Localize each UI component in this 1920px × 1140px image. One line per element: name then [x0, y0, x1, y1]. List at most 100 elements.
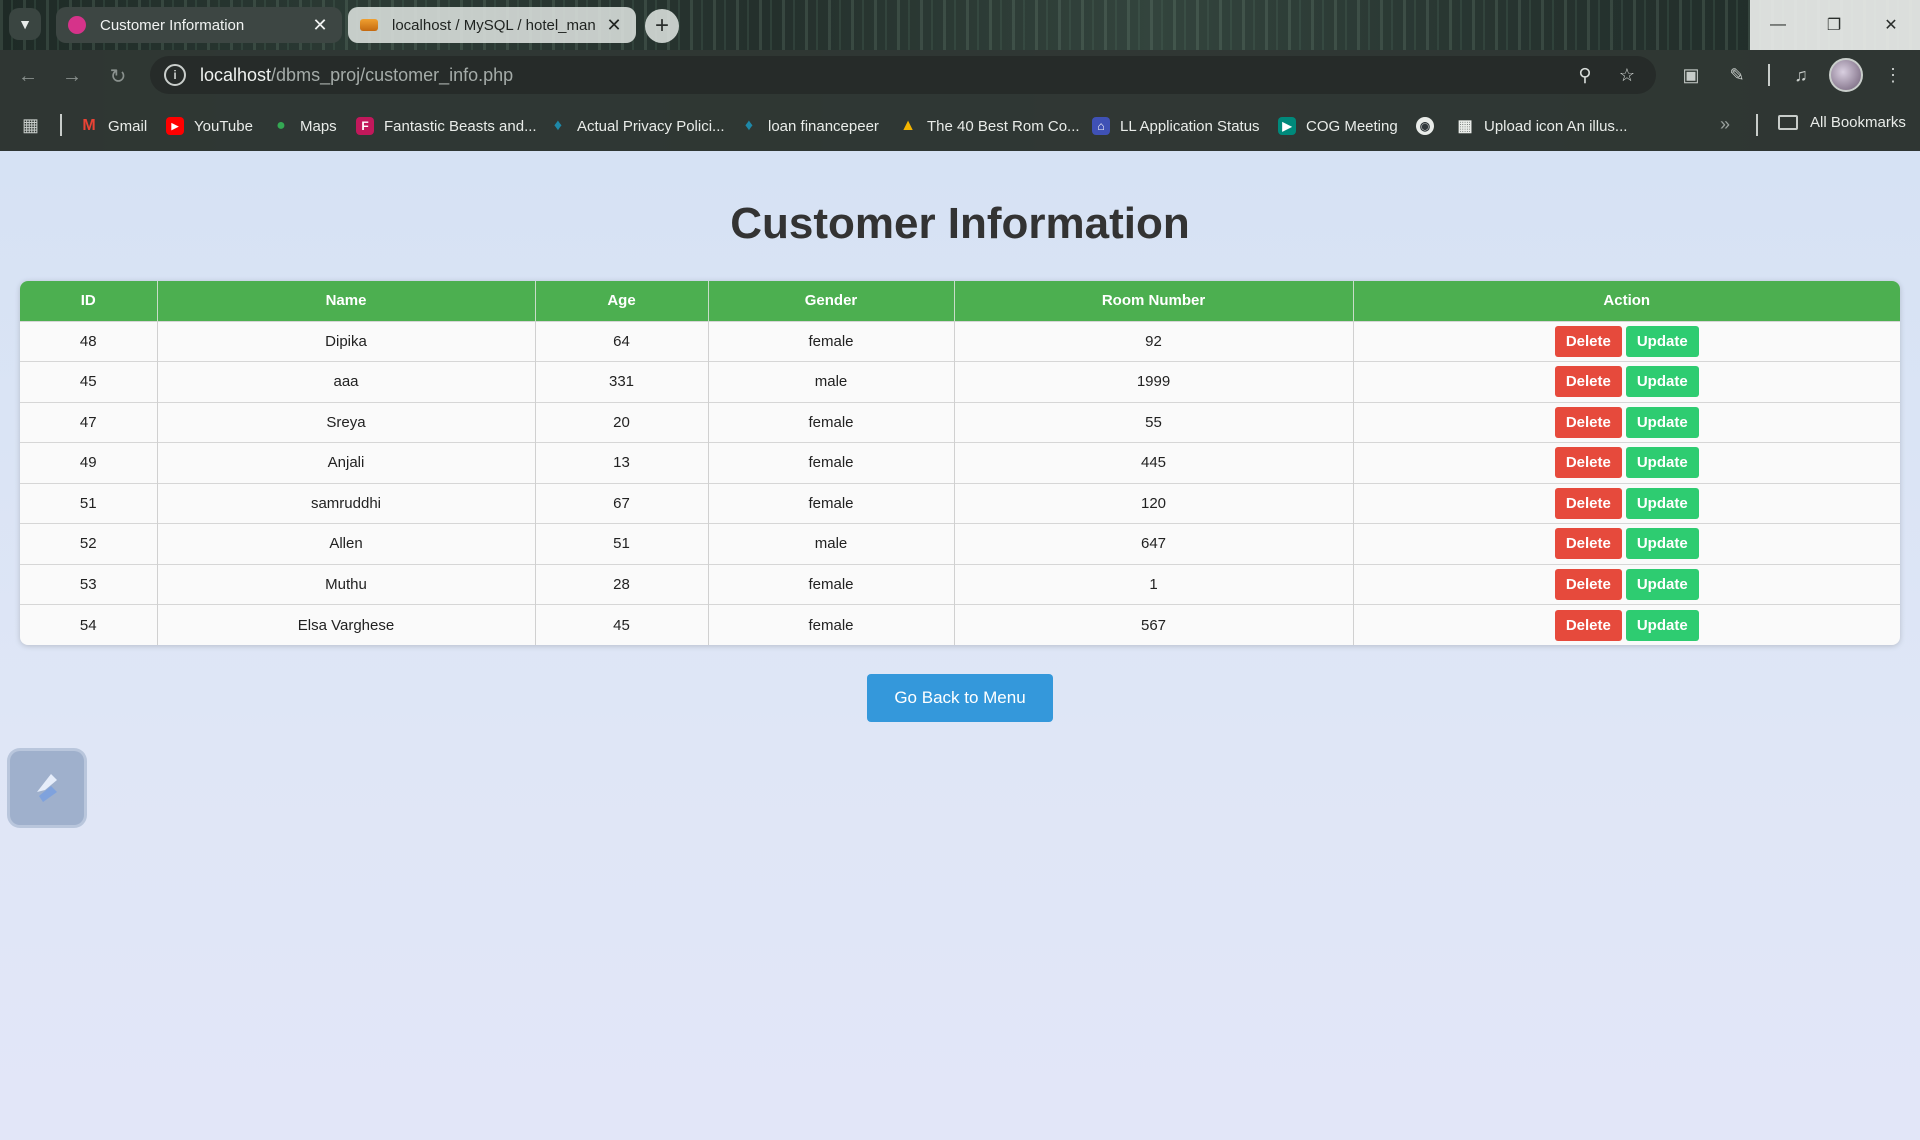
toolbar-divider — [1768, 64, 1770, 86]
back-arrow-icon[interactable]: ← — [14, 62, 42, 90]
media-icon[interactable]: ♫ — [1790, 64, 1812, 86]
close-tab-icon[interactable]: ✕ — [310, 15, 330, 36]
header-room-number: Room Number — [954, 281, 1354, 321]
extension-widget[interactable] — [10, 751, 84, 825]
reload-icon[interactable]: ↻ — [104, 62, 132, 90]
url-text: localhost/dbms_proj/customer_info.php — [200, 64, 514, 85]
update-button[interactable]: Update — [1625, 528, 1699, 560]
meet-icon: ▶ — [1278, 117, 1296, 135]
globe-icon: ◉ — [1416, 117, 1434, 135]
bookmarks-divider — [60, 114, 62, 136]
update-button[interactable]: Update — [1625, 406, 1699, 438]
address-bar[interactable]: i localhost/dbms_proj/customer_info.php … — [150, 56, 1656, 94]
header-name: Name — [157, 281, 536, 321]
cell-age: 28 — [535, 563, 709, 605]
tab-title: Customer Information — [100, 16, 245, 34]
table-row: 51 samruddhi 67 female 120 Delete Update — [20, 482, 1900, 524]
apps-grid-icon[interactable]: ▦ — [22, 115, 42, 135]
menu-kebab-icon[interactable]: ⋮ — [1882, 64, 1904, 86]
header-gender: Gender — [708, 281, 955, 321]
camera-icon[interactable]: ▣ — [1680, 64, 1702, 86]
header-id: ID — [20, 281, 158, 321]
tab-title: localhost / MySQL / hotel_man — [392, 16, 596, 34]
update-button[interactable]: Update — [1625, 447, 1699, 479]
update-button[interactable]: Update — [1625, 568, 1699, 600]
browser-toolbar: ← → ↻ i localhost/dbms_proj/customer_inf… — [0, 50, 1920, 100]
close-window-button[interactable]: ✕ — [1862, 0, 1920, 50]
minimize-button[interactable]: — — [1750, 0, 1806, 50]
cell-action: Delete Update — [1353, 320, 1900, 362]
site-info-icon[interactable]: i — [164, 64, 186, 86]
forward-arrow-icon[interactable]: → — [58, 62, 86, 90]
delete-button[interactable]: Delete — [1554, 447, 1622, 479]
profile-avatar[interactable] — [1829, 58, 1863, 92]
header-age: Age — [535, 281, 709, 321]
update-button[interactable]: Update — [1625, 487, 1699, 519]
bookmark-cog-meeting[interactable]: ▶ COG Meeting — [1278, 114, 1398, 138]
bookmark-star-icon[interactable]: ☆ — [1616, 64, 1638, 86]
delete-button[interactable]: Delete — [1554, 487, 1622, 519]
bookmark-youtube[interactable]: ▶ YouTube — [166, 114, 253, 138]
cell-id: 47 — [20, 401, 158, 443]
bookmark-privacy-policies[interactable]: ♦ Actual Privacy Polici... — [549, 114, 725, 138]
cell-id: 52 — [20, 523, 158, 564]
bookmark-upload-icon[interactable]: ▦ Upload icon An illus... — [1456, 114, 1627, 138]
browser-chrome: ▼ Customer Information ✕ localhost / MyS… — [0, 0, 1920, 151]
cell-name: Dipika — [157, 320, 536, 362]
cell-id: 49 — [20, 442, 158, 483]
cell-action: Delete Update — [1353, 523, 1900, 564]
folder-icon — [1778, 115, 1798, 130]
cell-gender: female — [708, 401, 955, 443]
delete-button[interactable]: Delete — [1554, 366, 1622, 398]
table-row: 47 Sreya 20 female 55 Delete Update — [20, 401, 1900, 443]
all-bookmarks-button[interactable]: All Bookmarks — [1778, 114, 1906, 131]
cell-name: samruddhi — [157, 482, 536, 524]
cell-name: Sreya — [157, 401, 536, 443]
youtube-icon: ▶ — [166, 117, 184, 135]
cell-room-number: 567 — [954, 604, 1354, 645]
lightning-icon — [37, 774, 57, 802]
bookmark-gmail[interactable]: M Gmail — [80, 114, 147, 138]
page-content: Customer Information ID Name Age Gender … — [0, 151, 1920, 1140]
cell-age: 20 — [535, 401, 709, 443]
delete-button[interactable]: Delete — [1554, 568, 1622, 600]
cell-room-number: 120 — [954, 482, 1354, 524]
bookmark-fantastic-beasts[interactable]: F Fantastic Beasts and... — [356, 114, 537, 138]
bookmark-maps[interactable]: ● Maps — [272, 114, 337, 138]
page-title: Customer Information — [730, 199, 1190, 248]
bookmarks-divider — [1756, 114, 1758, 136]
new-tab-button[interactable]: + — [645, 9, 679, 43]
delete-button[interactable]: Delete — [1554, 609, 1622, 641]
cell-age: 64 — [535, 320, 709, 362]
restore-button[interactable]: ❐ — [1806, 0, 1862, 50]
cell-name: Anjali — [157, 442, 536, 483]
go-back-button[interactable]: Go Back to Menu — [867, 674, 1053, 722]
cell-gender: male — [708, 523, 955, 564]
cell-gender: female — [708, 563, 955, 605]
tab-customer-information[interactable]: Customer Information ✕ — [56, 7, 342, 43]
table-row: 53 Muthu 28 female 1 Delete Update — [20, 563, 1900, 605]
update-button[interactable]: Update — [1625, 325, 1699, 357]
zoom-icon[interactable]: ⚲ — [1574, 64, 1596, 86]
delete-button[interactable]: Delete — [1554, 325, 1622, 357]
close-tab-icon[interactable]: ✕ — [604, 15, 624, 36]
table-row: 54 Elsa Varghese 45 female 567 Delete Update — [20, 604, 1900, 645]
cell-action: Delete Update — [1353, 442, 1900, 483]
table-row: 52 Allen 51 male 647 Delete Update — [20, 523, 1900, 564]
update-button[interactable]: Update — [1625, 609, 1699, 641]
bookmark-rom-com[interactable]: ▲ The 40 Best Rom Co... — [899, 114, 1080, 138]
tab-search-button[interactable]: ▼ — [9, 8, 41, 40]
cell-room-number: 92 — [954, 320, 1354, 362]
bookmark-ll-application[interactable]: ⌂ LL Application Status — [1092, 114, 1260, 138]
tab-phpmyadmin[interactable]: localhost / MySQL / hotel_man ✕ — [348, 7, 636, 43]
delete-button[interactable]: Delete — [1554, 406, 1622, 438]
chevron-more-icon[interactable]: » — [1720, 114, 1730, 135]
bookmark-globe[interactable]: ◉ — [1416, 114, 1444, 138]
bookmark-loan-financepeer[interactable]: ♦ loan financepeer — [740, 114, 879, 138]
extensions-icon[interactable]: ✎ — [1726, 64, 1748, 86]
triangle-icon: ▲ — [900, 117, 916, 134]
update-button[interactable]: Update — [1625, 366, 1699, 398]
cell-id: 51 — [20, 482, 158, 524]
cell-id: 45 — [20, 361, 158, 402]
delete-button[interactable]: Delete — [1554, 528, 1622, 560]
